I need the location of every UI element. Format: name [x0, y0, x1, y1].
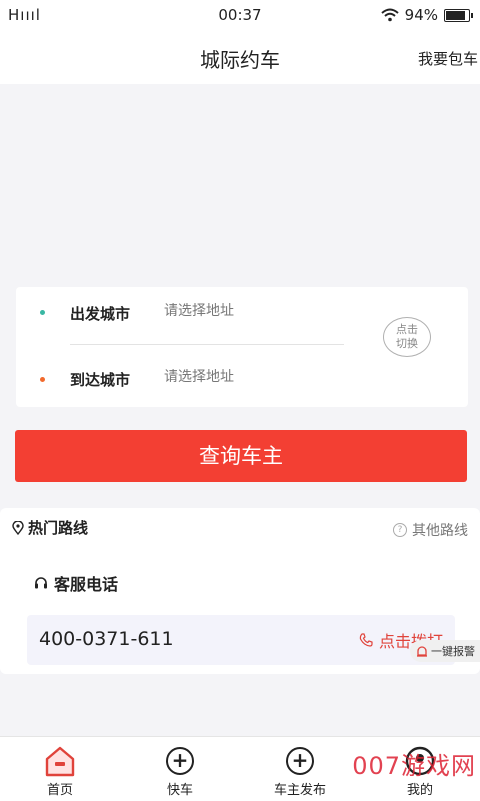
charter-car-button[interactable]: 我要包车 [418, 48, 478, 69]
phone-icon [359, 633, 373, 647]
watermark: 007游戏网 [352, 752, 476, 780]
page-title: 城际约车 [200, 48, 280, 72]
tab-express[interactable]: + 快车 [120, 737, 240, 801]
tab-express-label: 快车 [166, 783, 193, 798]
add-circle-icon: + [164, 745, 196, 777]
divider [70, 344, 344, 345]
battery-icon [444, 8, 473, 22]
hot-routes-header: 热门路线 [12, 517, 88, 538]
home-icon [45, 746, 75, 777]
headset-icon [35, 577, 47, 589]
status-bar: Hıııl 00:37 94% [0, 0, 480, 30]
wifi-icon [380, 8, 399, 22]
other-routes-label: 其他路线 [412, 523, 468, 539]
battery-percent: 94% [404, 6, 438, 24]
swap-cities-button[interactable]: 点击 切换 [383, 317, 431, 357]
service-phone-number: 400-0371-611 [39, 628, 174, 650]
location-pin-icon [12, 520, 24, 535]
emergency-alarm-button[interactable]: 一键报警 [410, 640, 480, 662]
tab-home-label: 首页 [46, 783, 73, 798]
tab-home[interactable]: 首页 [0, 737, 120, 801]
service-header: 客服电话 [34, 571, 118, 595]
info-card: 热门路线 ? 其他路线 客服电话 400-0371-611 点击拨打 [0, 508, 480, 674]
query-driver-button[interactable]: 查询车主 [15, 430, 467, 482]
start-address-input[interactable] [164, 303, 354, 319]
status-right: 94% [380, 6, 473, 24]
start-dot-icon [40, 310, 45, 315]
alarm-label: 一键报警 [431, 645, 475, 658]
tab-driver-publish-label: 车主发布 [273, 783, 326, 798]
start-city-label: 出发城市 [70, 305, 131, 323]
nav-bar: 城际约车 我要包车 [0, 30, 480, 84]
service-phone-row: 400-0371-611 点击拨打 [27, 615, 455, 665]
swap-label-top: 点击 [396, 323, 418, 336]
end-city-label: 到达城市 [70, 371, 131, 389]
hot-routes-label: 热门路线 [28, 519, 89, 537]
alarm-icon [417, 646, 427, 657]
end-address-input[interactable] [164, 369, 354, 385]
route-search-card: 出发城市 到达城市 点击 切换 [16, 287, 468, 407]
end-dot-icon [40, 377, 45, 382]
add-circle-icon: + [284, 745, 316, 777]
tab-mine-label: 我的 [406, 783, 433, 798]
tab-driver-publish[interactable]: + 车主发布 [240, 737, 360, 801]
other-routes-link[interactable]: ? 其他路线 [393, 520, 468, 540]
service-title: 客服电话 [54, 575, 119, 594]
help-icon: ? [393, 523, 407, 537]
swap-label-bottom: 切换 [396, 337, 418, 350]
